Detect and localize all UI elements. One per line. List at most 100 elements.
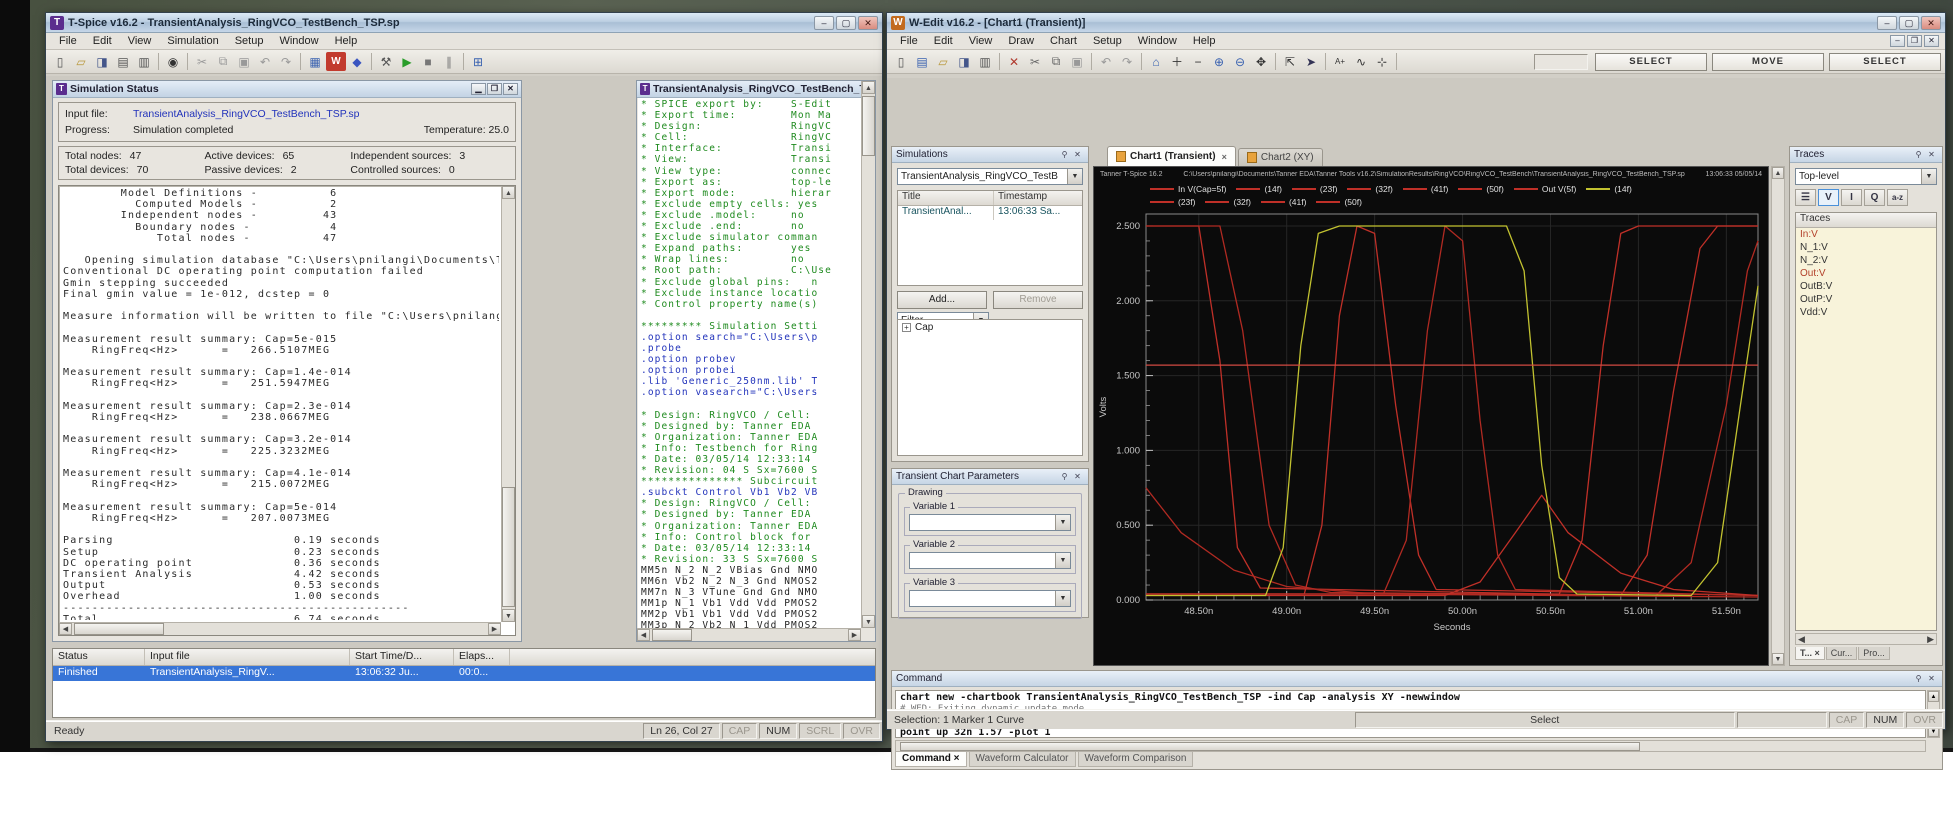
zoom-in-icon[interactable]: ＋ — [1167, 52, 1187, 71]
maximize-button[interactable]: ▢ — [836, 15, 856, 30]
command-tab-2[interactable]: Waveform Calculator — [968, 752, 1076, 767]
menu-edit[interactable]: Edit — [86, 34, 119, 48]
column-header-timestamp[interactable]: Timestamp — [994, 191, 1082, 205]
minimize-button[interactable]: ▁ — [471, 83, 486, 95]
setup-simulation-icon[interactable]: ⚒ — [376, 52, 396, 71]
wedit-titlebar[interactable]: W W-Edit v16.2 - [Chart1 (Transient)] – … — [887, 13, 1945, 33]
restore-button[interactable]: ❐ — [487, 83, 502, 95]
simulation-log[interactable]: Model Definitions - 6 Computed Models - … — [58, 185, 516, 636]
scroll-right-arrow[interactable]: ▶ — [1927, 634, 1934, 644]
column-header-title[interactable]: Title — [898, 191, 994, 205]
command-horizontal-scrollbar[interactable] — [895, 740, 1926, 752]
mdi-minimize-button[interactable]: – — [1890, 35, 1905, 47]
menu-setup[interactable]: Setup — [1086, 34, 1129, 48]
trace-item[interactable]: OutB:V — [1796, 280, 1936, 293]
chevron-down-icon[interactable]: ▼ — [1921, 169, 1936, 184]
traces-panel-titlebar[interactable]: Traces ⚲ ✕ — [1790, 147, 1942, 163]
mdi-restore-button[interactable]: ❐ — [1907, 35, 1922, 47]
scroll-down-arrow[interactable]: ▼ — [862, 615, 875, 628]
trace-item[interactable]: Out:V — [1796, 267, 1936, 280]
stop-simulation-icon[interactable]: ■ — [418, 52, 438, 71]
open-file-icon[interactable]: ▱ — [71, 52, 91, 71]
chevron-down-icon[interactable]: ▼ — [1055, 515, 1070, 530]
scroll-thumb[interactable] — [74, 623, 164, 635]
tab-close-icon[interactable]: × — [1222, 152, 1227, 162]
trace-item[interactable]: N_1:V — [1796, 241, 1936, 254]
trace-item[interactable]: Vdd:V — [1796, 306, 1936, 319]
cursor-icon[interactable]: ➤ — [1301, 52, 1321, 71]
close-button[interactable]: ✕ — [858, 15, 878, 30]
cut-icon[interactable]: ✂ — [1025, 52, 1045, 71]
mdi-close-button[interactable]: ✕ — [1924, 35, 1939, 47]
s-edit-launch-icon[interactable]: ◆ — [347, 52, 367, 71]
scroll-down-arrow[interactable]: ▼ — [502, 609, 515, 622]
scroll-right-arrow[interactable]: ▶ — [488, 623, 501, 635]
remove-button[interactable]: Remove — [993, 291, 1083, 309]
mode-box-move[interactable]: MOVE — [1712, 52, 1824, 71]
waveform-plot[interactable]: 48.50n 49.00n 49.50n 50.00n 50.50n 51.00n 51.5… — [1094, 208, 1770, 660]
traces-bottom-tab[interactable]: Cur... — [1825, 647, 1858, 660]
scroll-left-arrow[interactable]: ◀ — [637, 629, 650, 641]
undo-icon[interactable]: ↶ — [1096, 52, 1116, 71]
variable-combo-1[interactable]: ▼ — [909, 514, 1071, 531]
scroll-down-arrow[interactable]: ▼ — [1772, 653, 1784, 665]
pin-icon[interactable]: ⚲ — [1912, 673, 1925, 684]
annotate-icon[interactable]: A+ — [1330, 52, 1350, 71]
new-file-icon[interactable]: ▯ — [891, 52, 911, 71]
simulation-select-combo[interactable]: TransientAnalysis_RingVCO_TestB ▼ — [897, 168, 1083, 185]
chart-parameters-titlebar[interactable]: Transient Chart Parameters ⚲ ✕ — [892, 469, 1088, 485]
close-icon[interactable]: ✕ — [1071, 471, 1084, 482]
close-button[interactable]: ✕ — [503, 83, 518, 95]
column-header-input-file[interactable]: Input file — [145, 649, 350, 665]
w-edit-launch-icon[interactable]: W — [326, 52, 346, 71]
simulation-row[interactable]: TransientAnal... 13:06:33 Sa... — [898, 206, 1082, 220]
scroll-thumb[interactable] — [900, 742, 1640, 751]
copy-icon[interactable]: ⧉ — [213, 52, 233, 71]
close-icon[interactable]: ✕ — [1925, 149, 1938, 160]
traces-list-header[interactable]: Traces — [1796, 213, 1936, 228]
traces-bottom-tab[interactable]: T... × — [1795, 647, 1825, 660]
scroll-thumb[interactable] — [502, 487, 515, 607]
zoom-out-icon[interactable]: − — [1188, 52, 1208, 71]
scroll-up-arrow[interactable]: ▲ — [1772, 167, 1784, 179]
jobs-table-header[interactable]: Status Input file Start Time/D... Elaps.… — [53, 649, 875, 666]
minimize-button[interactable]: – — [814, 15, 834, 30]
menu-draw[interactable]: Draw — [1001, 34, 1041, 48]
find-icon[interactable]: ◉ — [163, 52, 183, 71]
delete-icon[interactable]: ✕ — [1004, 52, 1024, 71]
scroll-thumb[interactable] — [862, 96, 875, 156]
job-row-selected[interactable]: Finished TransientAnalysis_RingV... 13:0… — [53, 666, 875, 681]
add-button[interactable]: Add... — [897, 291, 987, 309]
scroll-left-arrow[interactable]: ◀ — [59, 623, 72, 635]
print-icon[interactable]: ▤ — [113, 52, 133, 71]
scroll-thumb[interactable] — [652, 629, 692, 641]
pin-icon[interactable]: ⚲ — [1058, 471, 1071, 482]
redo-icon[interactable]: ↷ — [276, 52, 296, 71]
editor-horizontal-scrollbar[interactable]: ◀ ▶ — [637, 628, 861, 641]
new-file-icon[interactable]: ▯ — [50, 52, 70, 71]
simulation-log-text[interactable]: Model Definitions - 6 Computed Models - … — [63, 188, 499, 620]
scroll-right-arrow[interactable]: ▶ — [848, 629, 861, 641]
menu-chart[interactable]: Chart — [1043, 34, 1084, 48]
editor-vertical-scrollbar[interactable]: ▲ ▼ — [861, 81, 875, 628]
tab-chart1-transient[interactable]: Chart1 (Transient) × — [1107, 146, 1236, 166]
chevron-down-icon[interactable]: ▼ — [1055, 591, 1070, 606]
menu-help[interactable]: Help — [328, 34, 365, 48]
traces-bottom-tab[interactable]: Pro... — [1858, 647, 1890, 660]
column-header-status[interactable]: Status — [53, 649, 145, 665]
save-icon[interactable]: ◨ — [92, 52, 112, 71]
close-icon[interactable]: ✕ — [1071, 149, 1084, 160]
paste-icon[interactable]: ▣ — [1067, 52, 1087, 71]
cut-icon[interactable]: ✂ — [192, 52, 212, 71]
pause-simulation-icon[interactable]: ∥ — [439, 52, 459, 71]
menu-view[interactable]: View — [121, 34, 159, 48]
trace-item[interactable]: In:V — [1796, 228, 1936, 241]
new-chart-icon[interactable]: ▤ — [912, 52, 932, 71]
minimize-button[interactable]: – — [1877, 15, 1897, 30]
menu-simulation[interactable]: Simulation — [160, 34, 225, 48]
undo-icon[interactable]: ↶ — [255, 52, 275, 71]
tspice-titlebar[interactable]: T T-Spice v16.2 - TransientAnalysis_Ring… — [46, 13, 882, 33]
trace-item[interactable]: N_2:V — [1796, 254, 1936, 267]
chevron-down-icon[interactable]: ▼ — [1055, 553, 1070, 568]
pin-icon[interactable]: ⚲ — [1058, 149, 1071, 160]
